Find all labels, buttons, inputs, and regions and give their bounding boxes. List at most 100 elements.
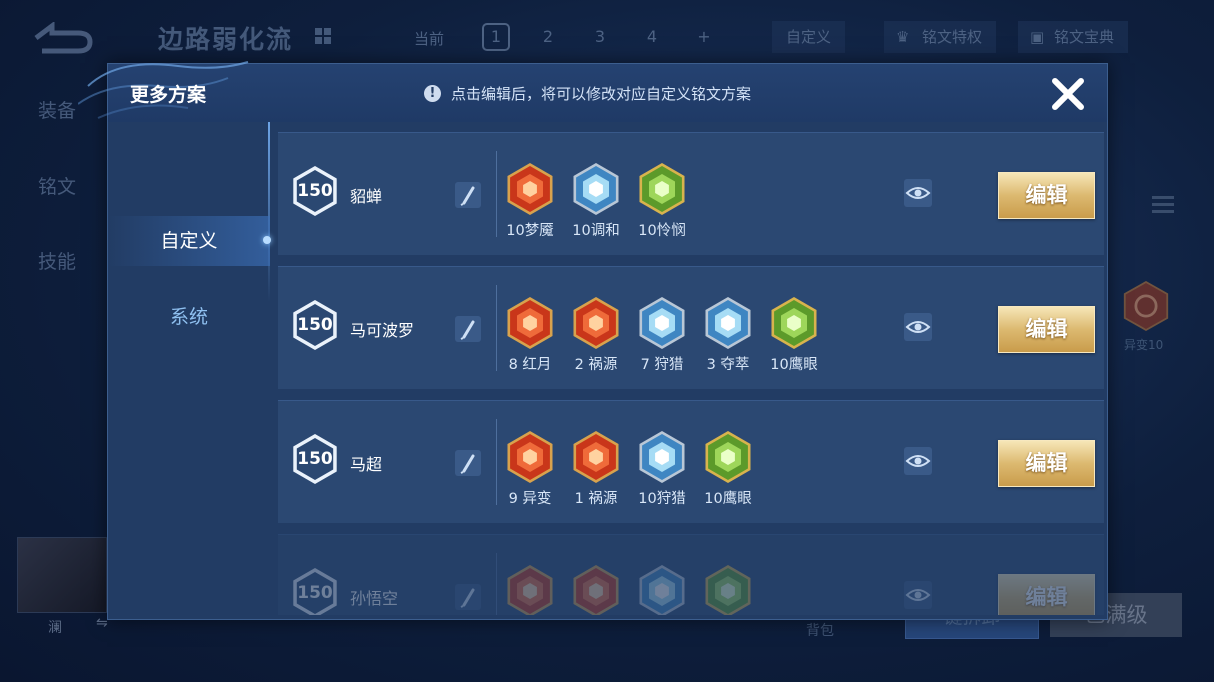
hunt-rune-icon (639, 431, 685, 483)
rune-slot[interactable]: 2 祸源 (570, 295, 622, 374)
rune-list: 10梦魇 10调和 10怜悯 (504, 161, 688, 240)
red-rune-icon (507, 565, 553, 615)
row-divider (496, 285, 497, 371)
rune-slot[interactable]: 10狩猎 (636, 429, 688, 508)
plan-title: 边路弱化流 (158, 25, 294, 54)
preview-eye-icon[interactable] (904, 447, 932, 475)
tab-custom[interactable]: 自定义 (108, 216, 270, 266)
swap-hero-icon[interactable]: ⇋ (96, 615, 108, 631)
harmony-rune-icon (573, 163, 619, 215)
rune-count-label: 10鹰眼 (770, 357, 818, 373)
rune-count-label: 10鹰眼 (704, 491, 752, 507)
edit-button[interactable]: 编辑 (998, 574, 1095, 615)
preview-eye-icon[interactable] (904, 313, 932, 341)
side-tab-skills[interactable]: 技能 (38, 247, 76, 274)
bag-label: 背包 (806, 623, 834, 639)
plan-level: 150 (297, 583, 333, 603)
rune-slot[interactable]: 10鹰眼 (702, 429, 754, 508)
preview-eye-icon[interactable] (904, 581, 932, 609)
rename-pen-icon[interactable] (455, 182, 481, 208)
rune-page-tabs: 1 2 3 4 + (482, 23, 718, 51)
dialog-title: 更多方案 (130, 84, 207, 106)
page-tab-3[interactable]: 3 (586, 23, 614, 51)
row-divider (496, 151, 497, 237)
rune-slot[interactable]: 10梦魇 (504, 161, 556, 240)
plan-name: 马可波罗 (350, 321, 415, 340)
green-rune-icon (705, 565, 751, 615)
rune-codex-label: 铭文宝典 (1054, 28, 1115, 46)
back-arrow-icon[interactable] (32, 22, 94, 54)
codex-icon: ▣ (1030, 28, 1045, 46)
plan-level: 150 (297, 181, 333, 201)
info-icon: ! (424, 85, 441, 102)
grid-icon[interactable] (315, 28, 331, 44)
custom-button[interactable]: 自定义 (772, 21, 846, 53)
rune-codex-button[interactable]: ▣ 铭文宝典 (1018, 21, 1129, 53)
privilege-icon: ♛ (896, 28, 910, 46)
page-tab-4[interactable]: 4 (638, 23, 666, 51)
sidebar-divider (268, 122, 270, 302)
notice-text: 点击编辑后，将可以修改对应自定义铭文方案 (451, 85, 752, 103)
rune-slot[interactable] (570, 563, 622, 615)
edit-notice: ! 点击编辑后，将可以修改对应自定义铭文方案 (424, 83, 751, 104)
page-tab-1[interactable]: 1 (482, 23, 510, 51)
rune-slot[interactable]: 8 红月 (504, 295, 556, 374)
plan-row[interactable]: 150 马超 9 异变 1 祸源 10狩猎 10鹰眼 编辑 (278, 400, 1104, 523)
mutation-rune-icon (1123, 280, 1169, 332)
hero-name: 澜 (48, 620, 62, 636)
rune-count-label: 3 夺萃 (706, 357, 750, 373)
rune-count-label: 10调和 (572, 223, 620, 239)
add-page-button[interactable]: + (690, 23, 718, 51)
edit-button[interactable]: 编辑 (998, 306, 1095, 353)
close-icon[interactable] (1048, 74, 1088, 114)
plan-list[interactable]: 150 貂蝉 10梦魇 10调和 10怜悯 编辑 150 马可波罗 8 红月 2… (278, 132, 1104, 615)
rename-pen-icon[interactable] (455, 316, 481, 342)
preview-eye-icon[interactable] (904, 179, 932, 207)
plan-row[interactable]: 150 马可波罗 8 红月 2 祸源 7 狩猎 3 夺萃 10鹰眼 编辑 (278, 266, 1104, 389)
plan-row[interactable]: 150 孙悟空 编辑 (278, 534, 1104, 615)
dialog-header: 更多方案 ! 点击编辑后，将可以修改对应自定义铭文方案 (78, 61, 1107, 122)
calamity-rune-icon (573, 297, 619, 349)
page-tab-2[interactable]: 2 (534, 23, 562, 51)
edit-button[interactable]: 编辑 (998, 172, 1095, 219)
current-label: 当前 (414, 30, 445, 48)
rename-pen-icon[interactable] (455, 584, 481, 610)
active-tab-indicator (263, 236, 271, 244)
rune-privilege-button[interactable]: ♛ 铭文特权 (884, 21, 997, 53)
rune-slot[interactable] (504, 563, 556, 615)
side-tab-equipment[interactable]: 装备 (38, 96, 76, 123)
calamity-rune-icon (573, 431, 619, 483)
right-rune-label: 异变10 (1124, 338, 1164, 352)
rune-slot[interactable]: 10怜悯 (636, 161, 688, 240)
rune-count-label: 9 异变 (508, 491, 552, 507)
rune-list: 8 红月 2 祸源 7 狩猎 3 夺萃 10鹰眼 (504, 295, 820, 374)
hawk-eye-rune-icon (705, 431, 751, 483)
rune-slot[interactable]: 7 狩猎 (636, 295, 688, 374)
rename-pen-icon[interactable] (455, 450, 481, 476)
rune-slot[interactable]: 1 祸源 (570, 429, 622, 508)
rune-slot[interactable]: 3 夺萃 (702, 295, 754, 374)
rune-count-label: 8 红月 (508, 357, 552, 373)
rune-count-label: 7 狩猎 (640, 357, 684, 373)
rune-slot[interactable]: 10鹰眼 (768, 295, 820, 374)
rune-slot[interactable] (702, 563, 754, 615)
plan-level: 150 (297, 449, 333, 469)
plunder-rune-icon (705, 297, 751, 349)
plan-name: 马超 (350, 455, 383, 474)
edit-button[interactable]: 编辑 (998, 440, 1095, 487)
rune-count-label: 10怜悯 (638, 223, 686, 239)
rune-count-label: 2 祸源 (574, 357, 618, 373)
menu-icon[interactable] (1152, 196, 1174, 217)
compassion-rune-icon (639, 163, 685, 215)
rune-slot[interactable] (636, 563, 688, 615)
rune-slot[interactable]: 9 异变 (504, 429, 556, 508)
hero-avatar[interactable] (17, 537, 107, 613)
side-tab-runes[interactable]: 铭文 (38, 172, 76, 199)
mutation-rune-icon (507, 431, 553, 483)
rune-slot[interactable]: 10调和 (570, 161, 622, 240)
more-plans-dialog: 更多方案 ! 点击编辑后，将可以修改对应自定义铭文方案 自定义 系统 150 貂… (78, 61, 1108, 620)
tab-system[interactable]: 系统 (108, 292, 270, 342)
plan-row[interactable]: 150 貂蝉 10梦魇 10调和 10怜悯 编辑 (278, 132, 1104, 255)
hawk-eye-rune-icon (771, 297, 817, 349)
hunt-rune-icon (639, 297, 685, 349)
